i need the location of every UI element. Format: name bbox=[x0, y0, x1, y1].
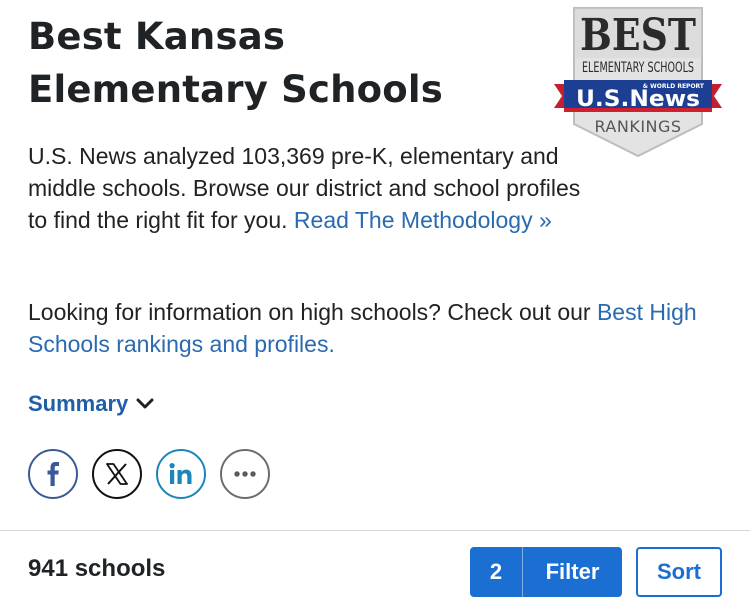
sort-button[interactable]: Sort bbox=[636, 547, 722, 597]
intro-paragraph: U.S. News analyzed 103,369 pre-K, elemen… bbox=[28, 140, 588, 236]
page-title-line-2: Elementary Schools bbox=[28, 68, 444, 111]
active-filter-count: 2 bbox=[470, 547, 523, 597]
methodology-link[interactable]: Read The Methodology » bbox=[294, 207, 552, 233]
share-facebook-button[interactable] bbox=[28, 449, 78, 499]
results-count: 941 schools bbox=[28, 555, 166, 582]
badge-best-text: BEST bbox=[580, 10, 696, 61]
share-linkedin-button[interactable] bbox=[156, 449, 206, 499]
summary-toggle[interactable]: Summary bbox=[28, 391, 154, 417]
badge-rankings-text: RANKINGS bbox=[594, 117, 681, 136]
linkedin-icon bbox=[169, 463, 192, 484]
share-buttons bbox=[28, 449, 270, 499]
page-title-line-1: Best Kansas bbox=[28, 15, 286, 58]
section-divider bbox=[0, 530, 750, 531]
filter-label: Filter bbox=[545, 559, 600, 584]
filter-button[interactable]: 2 Filter bbox=[470, 547, 622, 597]
chevron-down-icon bbox=[136, 398, 154, 409]
high-schools-paragraph: Looking for information on high schools?… bbox=[28, 296, 718, 360]
badge-subtitle-text: ELEMENTARY SCHOOLS bbox=[582, 60, 694, 76]
high-schools-text: Looking for information on high schools?… bbox=[28, 299, 597, 325]
summary-label: Summary bbox=[28, 391, 129, 416]
facebook-icon bbox=[47, 462, 59, 486]
badge-brand-text: U.S.News bbox=[576, 87, 700, 112]
x-icon bbox=[106, 463, 128, 485]
share-more-button[interactable] bbox=[220, 449, 270, 499]
page-title: Best Kansas Elementary Schools bbox=[28, 10, 443, 116]
share-x-button[interactable] bbox=[92, 449, 142, 499]
best-rankings-badge: BEST ELEMENTARY SCHOOLS & WORLD REPORT U… bbox=[554, 7, 722, 158]
more-icon bbox=[234, 471, 256, 477]
